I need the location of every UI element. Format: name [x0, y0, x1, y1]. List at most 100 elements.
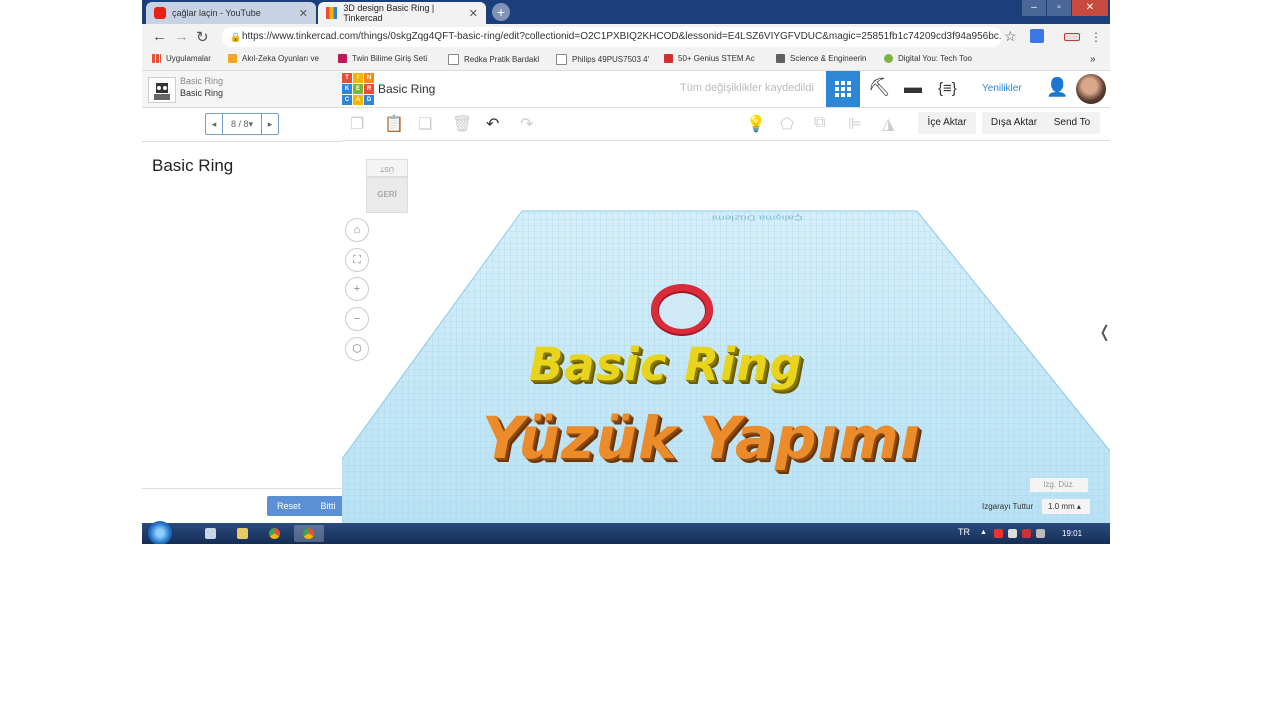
ring-3d-model[interactable] — [647, 282, 717, 338]
lesson-header: Basic Ring Basic Ring — [142, 71, 343, 108]
bookmark-favicon-icon — [664, 54, 673, 63]
user-avatar[interactable] — [1076, 74, 1106, 104]
tinkercad-icon — [326, 7, 338, 19]
group-icon[interactable]: ⬠ — [780, 114, 794, 134]
mirror-icon[interactable]: ◮ — [882, 114, 894, 134]
prev-step-button[interactable]: ◂ — [206, 114, 222, 134]
view-cube[interactable]: ÜST GERİ — [364, 159, 410, 213]
next-step-button[interactable]: ▸ — [262, 114, 278, 134]
close-tab-icon[interactable]: ✕ — [469, 7, 478, 20]
view-cube-front[interactable]: GERİ — [366, 177, 408, 213]
duplicate-icon[interactable]: ❏ — [418, 114, 432, 134]
more-bookmarks-icon[interactable]: » — [1090, 54, 1096, 65]
tray-icon[interactable] — [994, 529, 1003, 538]
close-window-button[interactable]: ✕ — [1072, 0, 1108, 16]
overlay-title-yuzuk-yapimi: Yüzük Yapımı — [482, 404, 921, 472]
bookmark-item[interactable]: Akıl-Zeka Oyunları ve — [228, 54, 319, 63]
tab-title: 3D design Basic Ring | Tinkercad — [343, 3, 435, 23]
address-bar-row: ← → ↻ 🔒 https://www.tinkercad.com/things… — [142, 24, 1110, 50]
tray-flag-icon[interactable] — [1008, 529, 1017, 538]
bookmark-item[interactable]: Redka Pratik Bardakl — [448, 54, 539, 65]
maximize-button[interactable]: ▫ — [1047, 0, 1071, 16]
volume-icon[interactable] — [1036, 529, 1045, 538]
paste-icon[interactable]: 📋 — [384, 114, 404, 134]
back-arrow-icon[interactable]: ← — [152, 28, 167, 45]
fit-view-button[interactable]: ⛶ — [345, 248, 369, 272]
lesson-content: Basic Ring — [142, 141, 343, 524]
logo-letter: N — [364, 73, 374, 83]
clock[interactable]: 19:01 — [1062, 529, 1082, 538]
tinkercad-logo[interactable]: T I N K E R C A D — [342, 73, 374, 105]
reload-icon[interactable]: ↻ — [196, 28, 209, 46]
edit-toolbar: ❐ 📋 ❏ 🗑 ↶ ↷ 💡 ⬠ ⧉ ⊫ ◮ İçe Aktar Dışa Akt… — [342, 108, 1110, 141]
copy-icon[interactable]: ❐ — [350, 114, 364, 134]
home-view-button[interactable]: ⌂ — [345, 218, 369, 242]
ungroup-icon[interactable]: ⧉ — [814, 114, 825, 132]
language-indicator[interactable]: TR — [958, 527, 970, 537]
logo-letter: K — [342, 84, 352, 94]
save-status: Tüm değişiklikler kaydedildi — [680, 82, 814, 94]
bookmark-item[interactable]: Philips 49PUS7503 4' — [556, 54, 649, 65]
pickaxe-icon[interactable]: ⛏ — [868, 77, 891, 98]
plus-icon: + — [353, 283, 361, 295]
codeblocks-icon[interactable]: {≡} — [938, 80, 957, 97]
align-icon[interactable]: ⊫ — [848, 114, 862, 134]
bookmark-item[interactable]: Twin Bilime Giriş Seti — [338, 54, 427, 63]
step-select[interactable]: 8 / 8 ▾ — [222, 114, 262, 134]
bookmark-item[interactable]: Digital You: Tech Too — [884, 54, 972, 63]
delete-icon[interactable]: 🗑 — [452, 114, 472, 134]
bookmark-item[interactable]: 50+ Genius STEM Ac — [664, 54, 755, 63]
lesson-title: Basic Ring — [152, 156, 234, 175]
bookmark-apps[interactable]: Uygulamalar — [152, 54, 211, 63]
taskbar-app[interactable] — [262, 525, 288, 542]
undo-icon[interactable]: ↶ — [486, 114, 499, 134]
url-input[interactable]: 🔒 https://www.tinkercad.com/things/0skgZ… — [222, 27, 1002, 47]
snap-grid-select[interactable]: 1.0 mm ▴ — [1042, 499, 1090, 514]
redo-icon[interactable]: ↷ — [520, 114, 533, 134]
forward-arrow-icon[interactable]: → — [174, 28, 189, 45]
zoom-in-button[interactable]: + — [345, 277, 369, 301]
grid-icon — [835, 81, 851, 97]
translate-extension-icon[interactable] — [1030, 29, 1044, 43]
explorer-icon — [205, 528, 216, 539]
taskbar-app-active[interactable] — [294, 525, 324, 542]
perspective-button[interactable]: ⬡ — [345, 337, 369, 361]
3d-design-view-button[interactable] — [826, 71, 860, 107]
logo-letter: E — [353, 84, 363, 94]
menu-dots-icon[interactable]: ⋮ — [1090, 30, 1102, 44]
minus-icon: − — [353, 313, 361, 325]
taskbar-app[interactable] — [198, 525, 224, 542]
lightbulb-icon[interactable]: 💡 — [746, 114, 766, 134]
news-link[interactable]: Yenilikler — [982, 83, 1022, 94]
design-name[interactable]: Basic Ring — [378, 82, 435, 96]
taskbar-app[interactable] — [230, 525, 256, 542]
bookmark-favicon-icon — [338, 54, 347, 63]
done-button[interactable]: Bitti — [311, 496, 346, 516]
tab-tinkercad[interactable]: 3D design Basic Ring | Tinkercad ✕ — [318, 2, 486, 24]
start-button[interactable] — [148, 521, 172, 544]
zoom-out-button[interactable]: − — [345, 307, 369, 331]
add-user-icon[interactable]: 👤 — [1046, 77, 1068, 98]
reset-button[interactable]: Reset — [267, 496, 311, 516]
minimize-button[interactable]: – — [1022, 0, 1046, 16]
bookmark-star-icon[interactable]: ☆ — [1004, 28, 1017, 45]
bookmark-favicon-icon — [776, 54, 785, 63]
bookmark-favicon-icon — [228, 54, 237, 63]
tab-youtube[interactable]: çağlar laçin - YouTube ✕ — [146, 2, 316, 24]
close-tab-icon[interactable]: ✕ — [299, 7, 308, 20]
tray-icon[interactable] — [1022, 529, 1031, 538]
import-button[interactable]: İçe Aktar — [918, 112, 976, 134]
lock-icon: 🔒 — [230, 32, 242, 42]
bookmark-item[interactable]: Science & Engineerin — [776, 54, 867, 63]
tray-expand-icon[interactable]: ▲ — [980, 529, 989, 538]
view-cube-top[interactable]: ÜST — [366, 159, 408, 177]
send-to-button[interactable]: Send To — [1044, 112, 1100, 134]
edit-grid-button[interactable]: Izg. Düz. — [1030, 478, 1088, 492]
new-tab-button[interactable]: + — [492, 3, 510, 21]
workplane-label: Çalışma Düzlemi — [712, 213, 803, 223]
chevron-left-icon[interactable]: ❬ — [1098, 322, 1110, 342]
tinkercad-header: T I N K E R C A D Basic Ring Tüm değişik… — [342, 71, 1110, 108]
export-button[interactable]: Dışa Aktar — [982, 112, 1046, 134]
extension-icon[interactable] — [1064, 33, 1080, 41]
bricks-icon[interactable]: ▬ — [904, 77, 922, 98]
